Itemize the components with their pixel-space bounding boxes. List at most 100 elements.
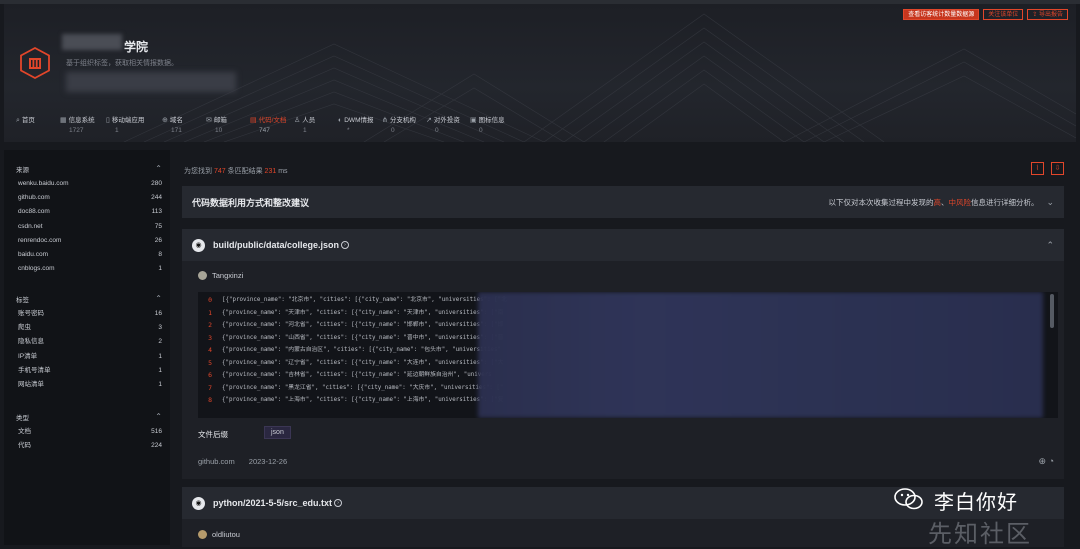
sidebar-item[interactable]: renrendoc.com 26 bbox=[4, 234, 170, 248]
results-time-unit: ms bbox=[278, 168, 288, 175]
branch-icon: ⋔ bbox=[382, 117, 388, 124]
sidebar-item[interactable]: doc88.com 113 bbox=[4, 205, 170, 219]
external-link-icon[interactable]: › bbox=[341, 241, 350, 249]
sidebar-group-title: 类型 bbox=[16, 415, 29, 422]
advice-card-header[interactable]: 代码数据利用方式和整改建议 以下仅对本次收集过程中发现的高、中风险信息进行详细分… bbox=[182, 186, 1064, 218]
line-number: 3 bbox=[208, 333, 212, 342]
nav-item-label-row: ✉ 邮箱 bbox=[206, 114, 248, 124]
results-time: 231 bbox=[264, 168, 277, 175]
line-text: {"province_name": "上海市", "cities": [{"ci… bbox=[222, 397, 504, 403]
nav-item-label-row: ▯ 移动端应用 bbox=[106, 114, 160, 124]
sidebar-group-header[interactable]: 来源 ⌃ bbox=[4, 164, 170, 174]
code-scrollbar[interactable] bbox=[1050, 294, 1054, 328]
dwm-icon: ◐ bbox=[338, 117, 343, 124]
sidebar-item-count: 16 bbox=[154, 310, 162, 317]
nav-item-4[interactable]: ✉ 邮箱 10 bbox=[206, 114, 248, 134]
sidebar-item[interactable]: wenku.baidu.com 280 bbox=[4, 177, 170, 191]
nav-item-label-row: ⋔ 分支机构 bbox=[382, 114, 424, 124]
result-card-1: ◉ build/public/data/college.json › ⌃ Tan… bbox=[182, 229, 1064, 479]
sidebar-group-header[interactable]: 标签 ⌃ bbox=[4, 294, 170, 304]
redacted-org-name bbox=[62, 34, 122, 50]
sidebar-item-count: 1 bbox=[158, 366, 162, 374]
download-icon: ⇩ bbox=[1054, 165, 1061, 172]
sidebar-group-1: 标签 ⌃ 账号密码 16 爬虫 3 隐私信息 2 IP清单 1 手机号清单 1 网站清单 1 bbox=[4, 294, 170, 392]
nav-item-label: DWM情报 bbox=[344, 117, 374, 124]
sidebar-item-count: 75 bbox=[154, 222, 162, 230]
rss-button[interactable]: ⌇ bbox=[1031, 162, 1044, 175]
chevron-up-icon[interactable]: ⌃ bbox=[1046, 240, 1054, 251]
sidebar-item[interactable]: 代码 224 bbox=[4, 439, 170, 453]
sidebar-group-header[interactable]: 类型 ⌃ bbox=[4, 412, 170, 422]
search-icon: ⌕ bbox=[16, 117, 20, 124]
download-button[interactable]: ⇩ bbox=[1051, 162, 1064, 175]
line-number: 1 bbox=[208, 308, 212, 317]
nav-item-label-row: ▣ 图标信息 bbox=[470, 114, 512, 124]
nav-item-count: 1 bbox=[115, 127, 119, 134]
nav-item-0[interactable]: ⌕ 首页 bbox=[16, 114, 58, 134]
chevron-up-icon[interactable]: ⌃ bbox=[155, 164, 162, 174]
export-report-label: 导出报告 bbox=[1038, 12, 1063, 18]
visitor-stats-button[interactable]: 查看访客统计数量数据源 bbox=[903, 9, 980, 20]
nav-item-5[interactable]: ▤ 代码/文档 747 bbox=[250, 114, 292, 134]
nav-item-label: 信息系统 bbox=[68, 117, 95, 124]
sidebar-group-0: 来源 ⌃ wenku.baidu.com 280 github.com 244 doc88.… bbox=[4, 164, 170, 276]
sidebar-item[interactable]: 文档 516 bbox=[4, 425, 170, 439]
comment-icon[interactable]: ◔ bbox=[1049, 456, 1054, 466]
file-source: github.com bbox=[198, 457, 235, 466]
nav-item-label-row: ⌕ 首页 bbox=[16, 114, 58, 125]
file-path-link[interactable]: python/2021-5-5/src_edu.txt bbox=[213, 498, 332, 508]
sidebar-item-label: github.com bbox=[18, 194, 50, 202]
sidebar-item-label: wenku.baidu.com bbox=[18, 180, 69, 187]
sidebar-item[interactable]: 账号密码 16 bbox=[4, 307, 170, 321]
suffix-tag[interactable]: json bbox=[264, 426, 291, 439]
sidebar-item-count: 1 bbox=[158, 352, 162, 360]
nav-item-9[interactable]: ↗ 对外投资 0 bbox=[426, 114, 468, 134]
sidebar-item[interactable]: baidu.com 8 bbox=[4, 248, 170, 262]
nav-item-1[interactable]: ▦ 信息系统 1727 bbox=[60, 114, 104, 134]
icon-info-icon: ▣ bbox=[470, 117, 477, 124]
chevron-up-icon[interactable]: ⌃ bbox=[155, 294, 162, 304]
sidebar-item[interactable]: IP清单 1 bbox=[4, 350, 170, 364]
nav-item-6[interactable]: ♙ 人员 1 bbox=[294, 114, 336, 134]
file-path-link[interactable]: build/public/data/college.json bbox=[213, 240, 339, 250]
nav-item-count: * bbox=[347, 127, 350, 134]
result-card-1-header[interactable]: ◉ build/public/data/college.json › ⌃ bbox=[182, 229, 1064, 261]
results-summary: 为您找到 747 条匹配结果 231 ms bbox=[184, 166, 288, 176]
nav-item-count: 1 bbox=[303, 127, 307, 134]
nav-item-label: 对外投资 bbox=[433, 117, 460, 124]
watermark-author: 李白你好 bbox=[934, 492, 1018, 514]
nav-item-7[interactable]: ◐ DWM情报 * bbox=[338, 114, 380, 134]
chevron-down-icon[interactable]: ⌄ bbox=[1046, 197, 1054, 208]
sidebar-item[interactable]: github.com 244 bbox=[4, 191, 170, 205]
mail-icon: ✉ bbox=[206, 117, 212, 124]
nav-item-label: 域名 bbox=[169, 117, 183, 124]
nav-item-3[interactable]: ⊕ 域名 171 bbox=[162, 114, 204, 134]
sidebar-item-label: IP清单 bbox=[18, 352, 38, 360]
sidebar-item[interactable]: 网站清单 1 bbox=[4, 378, 170, 392]
author-name[interactable]: Tangxinzi bbox=[212, 271, 243, 280]
code-preview: 0 [{"province_name": "北京市", "cities": [{"… bbox=[198, 292, 1058, 418]
sidebar-item[interactable]: cnblogs.com 1 bbox=[4, 262, 170, 276]
nav-item-8[interactable]: ⋔ 分支机构 0 bbox=[382, 114, 424, 134]
file-author: oldliutou bbox=[198, 530, 240, 539]
external-link-icon[interactable]: › bbox=[334, 499, 343, 507]
nav-item-2[interactable]: ▯ 移动端应用 1 bbox=[106, 114, 160, 134]
export-report-button[interactable]: ⇪ 导出报告 bbox=[1027, 9, 1068, 20]
add-icon[interactable]: ⊕ bbox=[1039, 456, 1047, 466]
chevron-up-icon[interactable]: ⌃ bbox=[155, 412, 162, 422]
sidebar-item[interactable]: 隐私信息 2 bbox=[4, 335, 170, 349]
line-number: 6 bbox=[208, 371, 212, 379]
nav-item-10[interactable]: ▣ 图标信息 0 bbox=[470, 114, 512, 134]
sidebar-item[interactable]: 手机号清单 1 bbox=[4, 364, 170, 378]
nav-item-count: 0 bbox=[479, 127, 483, 134]
sidebar-item[interactable]: 爬虫 3 bbox=[4, 321, 170, 335]
follow-unit-button[interactable]: 关注该单位 bbox=[983, 9, 1024, 20]
sidebar-item-label: 账号密码 bbox=[18, 310, 44, 317]
sidebar-item[interactable]: csdn.net 75 bbox=[4, 220, 170, 234]
sidebar-group-title: 标签 bbox=[16, 297, 29, 304]
nav-item-label: 首页 bbox=[21, 117, 35, 124]
sidebar-item-count: 26 bbox=[154, 236, 162, 244]
line-number: 2 bbox=[208, 321, 212, 329]
author-name[interactable]: oldliutou bbox=[212, 530, 240, 539]
filter-sidebar: 来源 ⌃ wenku.baidu.com 280 github.com 244 doc88.… bbox=[4, 150, 170, 545]
